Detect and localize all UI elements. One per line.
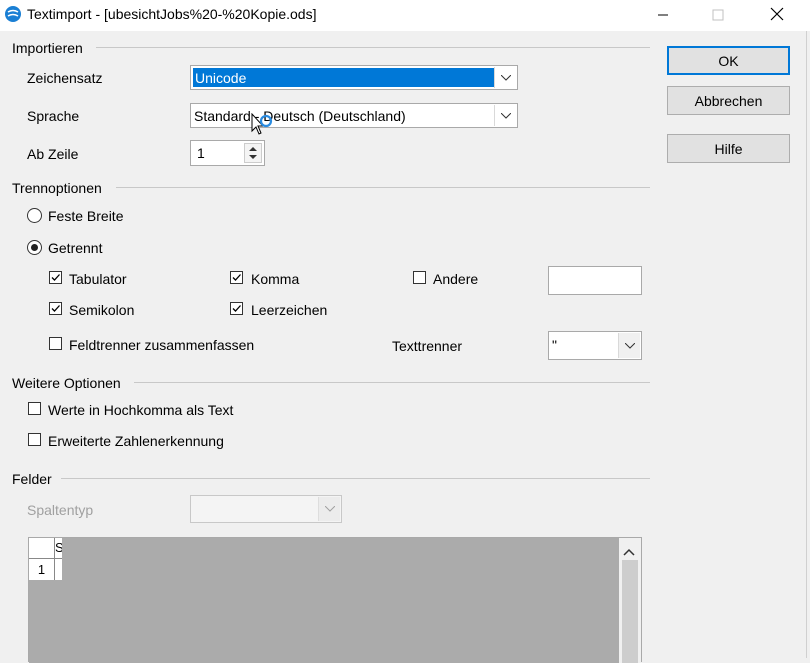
komma-label: Komma bbox=[251, 271, 300, 287]
texttrenner-select[interactable]: " bbox=[548, 331, 642, 360]
section-weitere-optionen-heading: Weitere Optionen bbox=[12, 375, 121, 391]
scroll-up-icon[interactable] bbox=[623, 543, 635, 559]
leerzeichen-label: Leerzeichen bbox=[251, 302, 328, 318]
zahlenerkennung-label: Erweiterte Zahlenerkennung bbox=[48, 433, 224, 449]
feldtrenner-checkbox[interactable] bbox=[49, 337, 62, 350]
minimize-button[interactable] bbox=[640, 0, 686, 31]
abbrechen-button[interactable]: Abbrechen bbox=[667, 86, 790, 115]
grid-row-header[interactable]: 1 bbox=[29, 559, 55, 580]
section-felder-heading: Felder bbox=[12, 471, 52, 487]
chevron-down-icon[interactable] bbox=[494, 105, 516, 126]
minimize-icon bbox=[657, 8, 669, 24]
feste-breite-label: Feste Breite bbox=[48, 208, 124, 224]
hochkomma-checkbox[interactable] bbox=[28, 402, 41, 415]
ab-zeile-label: Ab Zeile bbox=[27, 146, 79, 162]
tabulator-checkbox[interactable] bbox=[49, 271, 62, 284]
zeichensatz-label: Zeichensatz bbox=[27, 70, 103, 86]
spaltentyp-label: Spaltentyp bbox=[27, 502, 94, 518]
close-button[interactable] bbox=[754, 0, 800, 31]
section-importieren-heading: Importieren bbox=[12, 40, 83, 56]
preview-grid[interactable]: S 1 bbox=[28, 537, 642, 663]
andere-checkbox[interactable] bbox=[413, 271, 426, 284]
chevron-down-icon[interactable] bbox=[618, 333, 640, 358]
chevron-down-icon bbox=[318, 497, 340, 521]
radio-selected-dot bbox=[31, 244, 38, 251]
checkmark-icon bbox=[232, 274, 241, 281]
komma-checkbox[interactable] bbox=[230, 271, 243, 284]
zahlenerkennung-checkbox[interactable] bbox=[28, 433, 41, 446]
andere-label: Andere bbox=[433, 271, 479, 287]
chevron-down-icon[interactable] bbox=[494, 67, 516, 88]
window-border bbox=[806, 31, 807, 658]
sprache-select[interactable]: Standard - Deutsch (Deutschland) bbox=[190, 103, 518, 128]
vertical-scrollbar[interactable] bbox=[619, 538, 641, 663]
section-trennoptionen-heading: Trennoptionen bbox=[12, 180, 102, 196]
ok-button[interactable]: OK bbox=[667, 46, 790, 75]
sprache-label: Sprache bbox=[27, 108, 80, 124]
maximize-button[interactable] bbox=[695, 0, 741, 31]
zeichensatz-value: Unicode bbox=[195, 70, 247, 86]
hochkomma-label: Werte in Hochkomma als Text bbox=[48, 402, 234, 418]
getrennt-radio[interactable] bbox=[27, 240, 42, 255]
ab-zeile-value: 1 bbox=[197, 145, 205, 161]
section-divider bbox=[116, 187, 650, 188]
libreoffice-app-icon bbox=[5, 6, 21, 22]
checkmark-icon bbox=[232, 305, 241, 312]
feste-breite-radio[interactable] bbox=[27, 208, 42, 223]
maximize-icon bbox=[712, 8, 724, 24]
texttrenner-label: Texttrenner bbox=[392, 338, 463, 354]
section-divider bbox=[96, 47, 650, 48]
tabulator-label: Tabulator bbox=[69, 271, 127, 287]
semikolon-label: Semikolon bbox=[69, 302, 135, 318]
spin-up-down-icon bbox=[249, 147, 257, 159]
grid-corner-cell bbox=[29, 538, 55, 559]
scrollbar-thumb[interactable] bbox=[622, 560, 638, 663]
section-divider bbox=[61, 478, 650, 479]
grid-cell[interactable] bbox=[55, 559, 62, 580]
mouse-cursor-icon bbox=[251, 112, 277, 142]
section-divider bbox=[134, 382, 650, 383]
sprache-value: Standard - Deutsch (Deutschland) bbox=[194, 108, 406, 124]
ab-zeile-spinner[interactable]: 1 bbox=[190, 140, 265, 166]
window-title: Textimport - [ubesichtJobs%20-%20Kopie.o… bbox=[27, 6, 317, 22]
spin-buttons[interactable] bbox=[244, 143, 262, 163]
zeichensatz-select[interactable]: Unicode bbox=[190, 65, 518, 90]
feldtrenner-label: Feldtrenner zusammenfassen bbox=[69, 337, 255, 353]
hilfe-button[interactable]: Hilfe bbox=[667, 134, 790, 163]
leerzeichen-checkbox[interactable] bbox=[230, 302, 243, 315]
grid-column-header[interactable]: S bbox=[55, 538, 62, 559]
texttrenner-value: " bbox=[552, 337, 557, 353]
getrennt-label: Getrennt bbox=[48, 240, 103, 256]
andere-input[interactable] bbox=[548, 266, 642, 295]
preview-area bbox=[29, 538, 619, 663]
checkmark-icon bbox=[51, 274, 60, 281]
close-icon bbox=[770, 7, 784, 24]
semikolon-checkbox[interactable] bbox=[49, 302, 62, 315]
checkmark-icon bbox=[51, 305, 60, 312]
spaltentyp-select[interactable] bbox=[190, 495, 342, 523]
